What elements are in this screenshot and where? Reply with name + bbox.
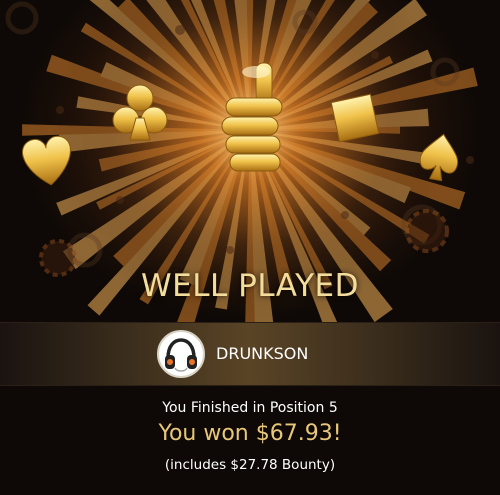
well-played-title: WELL PLAYED [140,268,359,304]
win-screen: WELL PLAYED DRUNKSON You Finished in Pos… [0,0,500,495]
bounty-note: (includes $27.78 Bounty) [164,457,336,473]
headphones-icon [165,338,197,372]
avatar [157,330,205,378]
diamond-icon [330,93,380,143]
player-name: DRUNKSON [216,344,309,363]
winnings-amount: You won $67.93! [158,421,342,446]
finish-position: You Finished in Position 5 [162,400,338,416]
